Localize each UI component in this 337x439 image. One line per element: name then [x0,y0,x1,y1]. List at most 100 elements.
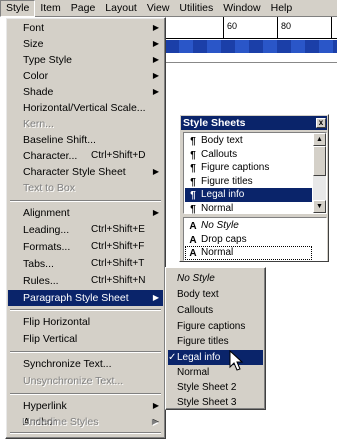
paragraph-style-submenu: No Style Body text Callouts Figure capti… [165,267,266,410]
submenu-item-style-sheet-3[interactable]: Style Sheet 3 [168,395,263,410]
chevron-right-icon: ▶ [152,167,159,176]
menu-separator [10,200,161,202]
chevron-right-icon: ▶ [152,293,159,302]
scroll-up-icon[interactable]: ▲ [313,133,326,146]
menu-separator [10,309,161,311]
submenu-item-no-style[interactable]: No Style [168,271,263,286]
close-icon[interactable]: x [316,118,326,128]
menu-item-underline-styles: Underline Styles ▶ [22,416,158,428]
paragraph-style-list: ¶ Body text ¶ Callouts ¶ Figure captions ¶ F… [183,132,327,216]
scroll-down-icon[interactable]: ▼ [313,200,326,213]
ruler-label-60: 60 [227,21,238,31]
scrollbar[interactable]: ▲ ▼ [313,133,326,213]
menu-style[interactable]: Style [0,0,36,17]
character-style-list: A No Style A Drop caps A Normal [183,217,327,261]
menu-item-text-to-box: Text to Box [23,182,75,194]
shortcut-label: Ctrl+Shift+T [91,258,145,269]
list-item[interactable]: ¶ Figure titles [185,175,312,189]
menu-item-shade[interactable]: Shade ▶ [8,84,163,100]
chevron-right-icon: ▶ [152,55,159,64]
shortcut-label: Ctrl+Shift+E [91,224,145,235]
submenu-item-style-sheet-2[interactable]: Style Sheet 2 [168,380,263,395]
paragraph-icon: ¶ [190,203,196,215]
menu-view[interactable]: View [142,0,175,17]
menu-item-unsynchronize-text: Unsynchronize Text... [23,375,124,387]
menu-item-hyperlink[interactable]: Hyperlink ▶ [8,398,163,414]
menu-item[interactable]: Item [35,0,65,17]
style-menu: Font ▶ Size ▶ Type Style ▶ Color ▶ Shade ▶ Ho… [5,17,166,439]
submenu-item-figure-captions[interactable]: Figure captions [168,319,263,334]
menu-item-leading[interactable]: Leading... Ctrl+Shift+E [8,222,163,238]
chevron-right-icon: ▶ [152,39,159,48]
menu-help[interactable]: Help [266,0,298,17]
menu-item-synchronize-text[interactable]: Synchronize Text... [8,356,163,372]
ruler-tick [223,16,224,38]
menu-utilities[interactable]: Utilities [174,0,218,17]
paragraph-icon: ¶ [190,176,196,188]
submenu-item-legal-info[interactable]: ✓ Legal info [168,350,263,366]
submenu-item-callouts[interactable]: Callouts [168,303,263,318]
checkmark-icon: ✓ [168,352,177,363]
menu-item-alignment[interactable]: Alignment ▶ [8,205,163,221]
menu-item-kern: Kern... [23,118,54,130]
list-item[interactable]: ¶ Legal info [185,188,312,202]
submenu-item-figure-titles[interactable]: Figure titles [168,334,263,349]
ruler-label-80: 80 [281,21,292,31]
submenu-item-normal[interactable]: Normal [168,365,263,380]
list-item[interactable]: ¶ Figure captions [185,161,312,175]
menu-separator [10,393,161,395]
paragraph-icon: ¶ [190,136,196,147]
menu-item-color[interactable]: Color ▶ [8,68,163,84]
horizontal-ruler: 60 80 [165,16,337,39]
list-item[interactable]: A Normal [185,246,312,260]
ruler-tick [277,16,278,38]
paragraph-icon: ¶ [190,149,196,161]
chevron-right-icon: ▶ [152,87,159,96]
chevron-right-icon: ▶ [152,401,159,410]
menu-item-character[interactable]: Character... Ctrl+Shift+D [8,148,163,164]
shortcut-label: Ctrl+Shift+F [91,241,145,252]
paragraph-icon: ¶ [190,163,196,174]
list-item[interactable]: A No Style [185,219,312,233]
menu-item-character-style-sheet[interactable]: Character Style Sheet ▶ [8,164,163,180]
menu-window[interactable]: Window [218,0,265,17]
submenu-item-body-text[interactable]: Body text [168,287,263,302]
character-icon: A [189,248,197,259]
menu-item-hv-scale[interactable]: Horizontal/Vertical Scale... [8,100,163,116]
palette-title-text: Style Sheets [183,117,246,129]
menu-item-tabs[interactable]: Tabs... Ctrl+Shift+T [8,256,163,272]
list-item[interactable]: ¶ Normal [185,202,312,216]
menu-separator [10,432,161,434]
ruler-tick [331,16,332,38]
character-icon: A [189,221,197,232]
margin-guide [165,62,337,63]
menu-separator [10,351,161,353]
chevron-right-icon: ▶ [152,71,159,80]
menu-item-type-style[interactable]: Type Style ▶ [8,52,163,68]
scroll-thumb[interactable] [313,146,326,176]
mouse-pointer-icon [229,350,244,371]
paragraph-icon: ¶ [190,190,196,201]
menu-layout[interactable]: Layout [100,0,142,17]
menu-item-flip-horizontal[interactable]: Flip Horizontal [8,314,163,330]
list-item[interactable]: ¶ Body text [185,134,312,148]
shortcut-label: Ctrl+Shift+N [91,275,146,286]
list-item[interactable]: A Drop caps [185,233,312,247]
chevron-right-icon: ▶ [151,417,158,426]
menu-item-size[interactable]: Size ▶ [8,36,163,52]
palette-title[interactable]: Style Sheets [181,116,327,130]
style-sheets-palette: Style Sheets x ¶ Body text ¶ Callouts ¶ Fig… [179,114,329,262]
menu-item-formats[interactable]: Formats... Ctrl+Shift+F [8,239,163,255]
page-frame-band [165,40,337,53]
menu-item-paragraph-style-sheet[interactable]: Paragraph Style Sheet ▶ [8,290,163,306]
list-item[interactable]: ¶ Callouts [185,148,312,162]
chevron-right-icon: ▶ [152,208,159,217]
shortcut-label: Ctrl+Shift+D [91,150,146,161]
menu-item-font[interactable]: Font ▶ [8,20,163,36]
chevron-right-icon: ▶ [152,23,159,32]
menu-item-rules[interactable]: Rules... Ctrl+Shift+N [8,273,163,289]
menu-item-flip-vertical[interactable]: Flip Vertical [8,331,163,347]
character-icon: A [189,234,197,246]
menu-page[interactable]: Page [66,0,101,17]
menu-item-baseline-shift[interactable]: Baseline Shift... [8,132,163,148]
